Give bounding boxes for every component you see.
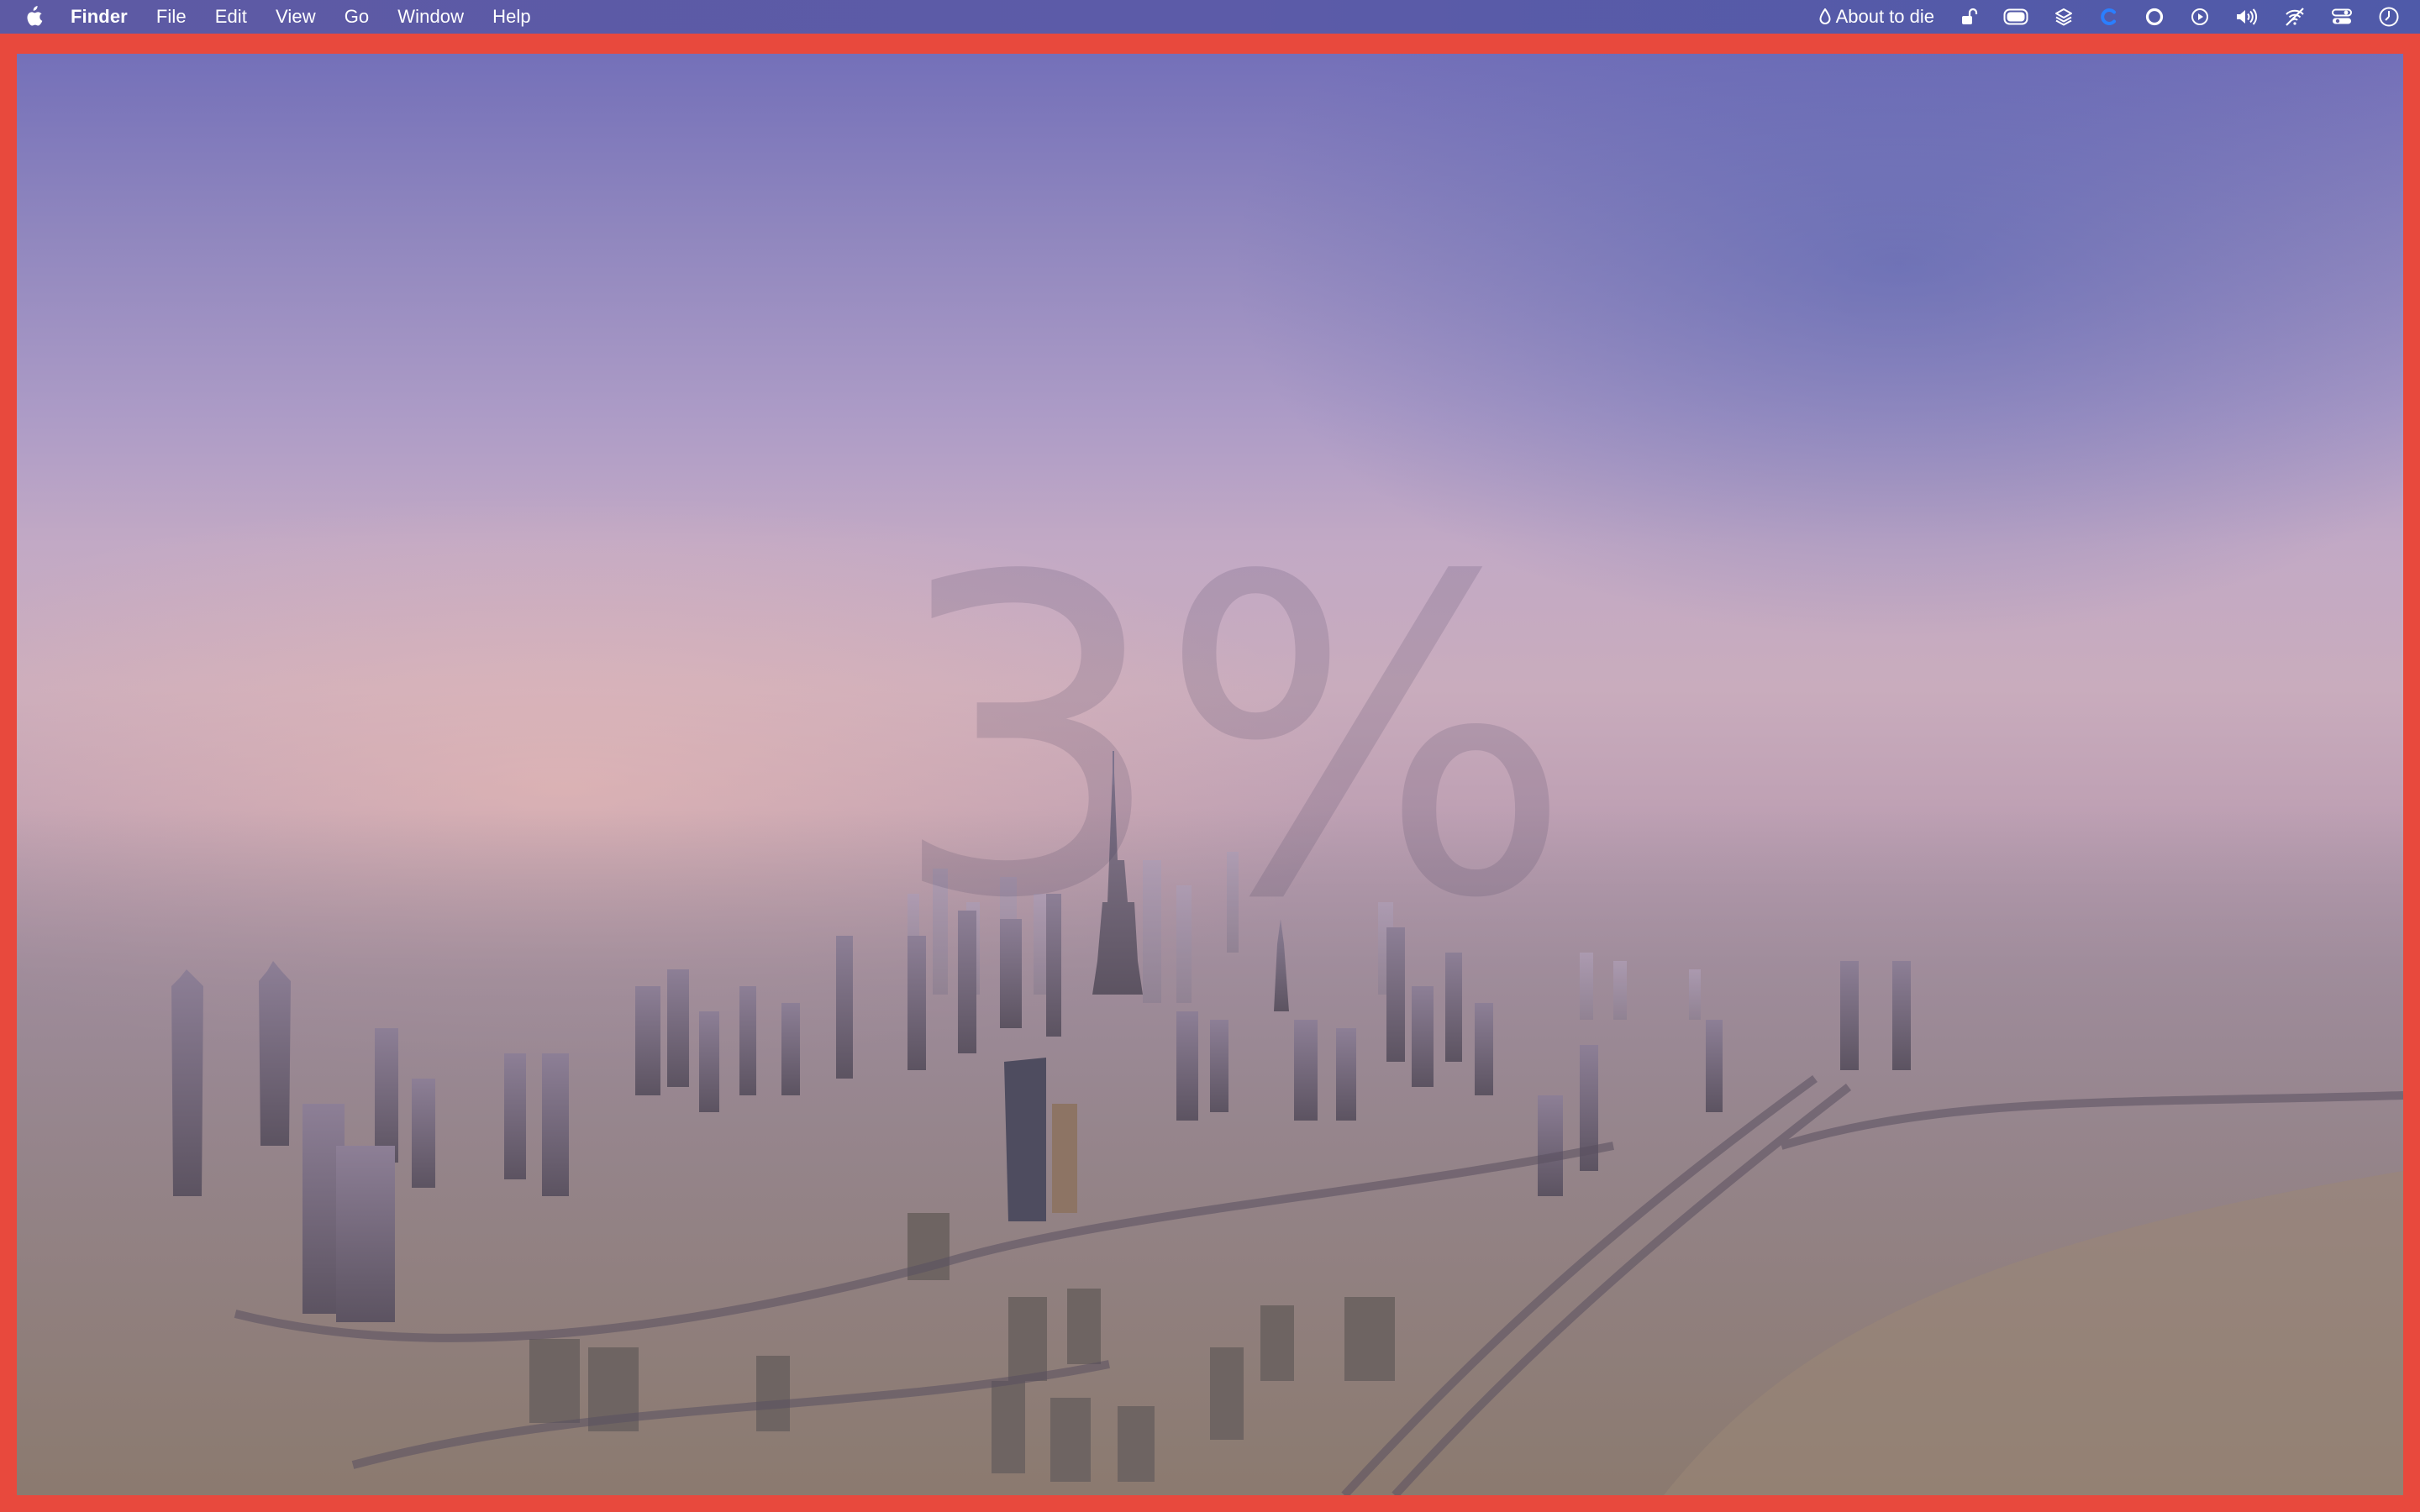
toggle-pill-icon[interactable] xyxy=(2003,0,2028,34)
menu-window[interactable]: Window xyxy=(397,6,464,28)
menu-finder[interactable]: Finder xyxy=(71,6,128,28)
unlock-icon[interactable] xyxy=(1960,0,1978,34)
play-circle-icon[interactable] xyxy=(2190,0,2210,34)
drop-icon xyxy=(1819,8,1831,25)
menu-view[interactable]: View xyxy=(276,6,316,28)
circle-icon[interactable] xyxy=(2144,0,2165,34)
menu-bar-status-area: About to die xyxy=(1794,0,2400,34)
menu-bar: Finder File Edit View Go Window Help Abo… xyxy=(0,0,2420,34)
menu-bar-left: Finder File Edit View Go Window Help xyxy=(24,0,560,34)
wifi-off-icon[interactable] xyxy=(2284,0,2306,34)
menu-help[interactable]: Help xyxy=(492,6,531,28)
menu-file[interactable]: File xyxy=(156,6,187,28)
volume-icon[interactable] xyxy=(2235,0,2259,34)
clock-icon[interactable] xyxy=(2378,0,2400,34)
apple-logo-icon[interactable] xyxy=(24,6,44,28)
layers-icon[interactable] xyxy=(2054,0,2074,34)
menu-go[interactable]: Go xyxy=(345,6,370,28)
c-logo-icon[interactable] xyxy=(2099,0,2119,34)
control-center-icon[interactable] xyxy=(2331,0,2353,34)
battery-alert-text: About to die xyxy=(1835,6,1934,27)
menu-edit[interactable]: Edit xyxy=(215,6,247,28)
battery-alert-status[interactable]: About to die xyxy=(1819,0,1934,34)
city-skyline-image xyxy=(17,751,2403,1495)
desktop-wallpaper[interactable] xyxy=(17,54,2403,1495)
